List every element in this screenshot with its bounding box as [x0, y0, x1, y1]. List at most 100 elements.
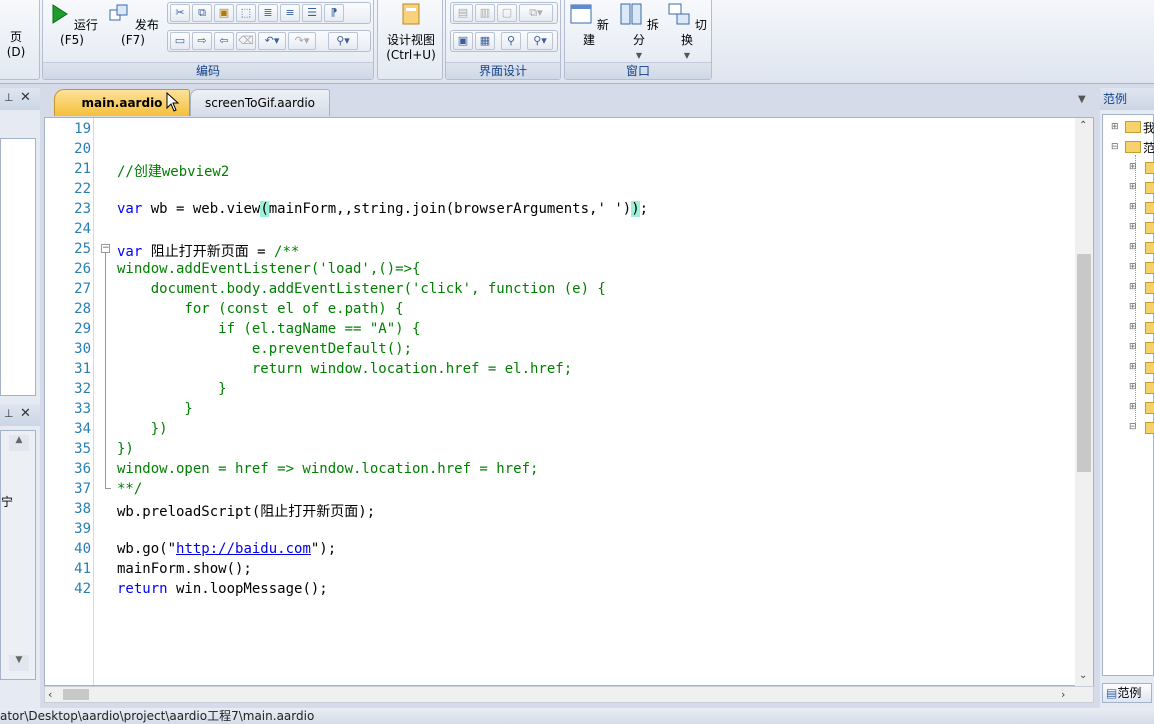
right-panel-header: 范例	[1100, 88, 1154, 110]
code-line-21: //创建webview2	[117, 164, 230, 180]
find-icon[interactable]: ⚲▾	[328, 32, 358, 50]
bookmark-next-icon[interactable]: ⇨	[192, 32, 212, 50]
scroll-up-icon[interactable]: ▲	[9, 435, 29, 451]
folder-icon	[1125, 141, 1141, 153]
tab-examples-bottom[interactable]: ▤范例	[1102, 683, 1152, 703]
new-window-button[interactable]: 新建	[569, 0, 609, 48]
ribbon-group-window: 新建 拆分 ▼ 切换 ▼ 窗口	[564, 0, 712, 80]
scroll-down-icon[interactable]: ▼	[9, 655, 29, 671]
grid-icon[interactable]: ▦	[475, 32, 495, 50]
tree-expand-icon[interactable]: ⊞	[1129, 222, 1137, 232]
tree-expand-icon[interactable]: ⊞	[1129, 302, 1137, 312]
tree-expand-icon[interactable]: ⊞	[1129, 382, 1137, 392]
comment-icon[interactable]: ⁋	[324, 4, 344, 22]
ribbon-group-coding: 运行(F5) 发布(F7) ✂ ⧉ ▣ ⬚ ≣ ≡ ☰ ⁋ ▭ ⇨ ⇦ ⌫ ↶▾…	[42, 0, 374, 80]
line-number: 36	[74, 461, 91, 477]
line-number: 28	[74, 301, 91, 317]
tree-expand-icon[interactable]: ⊞	[1129, 262, 1137, 272]
arrange-icon[interactable]: ⧉▾	[519, 4, 553, 22]
run-button[interactable]: 运行(F5)	[46, 0, 98, 48]
frame-icon[interactable]: ▣	[453, 32, 473, 50]
align-center-icon[interactable]: ▥	[475, 4, 495, 22]
folder-icon	[1125, 121, 1141, 133]
bookmark-prev-icon[interactable]: ⇦	[214, 32, 234, 50]
pin-dropdown-icon[interactable]: ⚲▾	[527, 32, 553, 50]
folder-icon	[1145, 222, 1154, 234]
scroll-right-icon[interactable]: ›	[1061, 688, 1065, 701]
tree-expand-icon[interactable]: ⊞	[1129, 182, 1137, 192]
matched-bracket: (	[260, 201, 269, 217]
tab-list-dropdown-icon[interactable]: ▼	[1078, 94, 1086, 105]
url-link[interactable]: http://baidu.com	[176, 541, 311, 557]
pin-icon[interactable]: ⊥	[4, 91, 14, 104]
code-line-34: })	[117, 421, 168, 437]
examples-tab-icon: ▤	[1106, 686, 1118, 700]
same-size-icon[interactable]: ▢	[497, 4, 517, 22]
horizontal-scrollbar[interactable]: ‹ ›	[44, 686, 1094, 703]
close-icon[interactable]: ✕	[20, 90, 31, 105]
tree-collapse-icon[interactable]: ⊟	[1129, 422, 1137, 432]
tree-expand-icon[interactable]: ⊞	[1129, 342, 1137, 352]
design-view-shortcut: (Ctrl+U)	[386, 48, 436, 62]
tree-expand-icon[interactable]: ⊞	[1129, 282, 1137, 292]
tree-expand-icon[interactable]: ⊞	[1129, 242, 1137, 252]
scroll-up-icon[interactable]: ⌃	[1079, 120, 1087, 131]
line-number: 35	[74, 441, 91, 457]
undo-icon[interactable]: ↶▾	[258, 32, 286, 50]
code-line-40: wb.go("http://baidu.com");	[117, 541, 336, 557]
clear-bookmark-icon[interactable]: ⌫	[236, 32, 256, 50]
pin-icon[interactable]: ⚲	[501, 32, 521, 50]
code-line-41: mainForm.show();	[117, 561, 252, 577]
left-panel-content	[0, 138, 36, 396]
tree-expand-icon[interactable]: ⊞	[1129, 402, 1137, 412]
publish-button[interactable]: 发布(F7)	[103, 0, 163, 48]
tab-screentogif-aardio[interactable]: screenToGif.aardio	[190, 89, 330, 116]
code-line-25: var 阻止打开新页面 = /**	[117, 241, 299, 261]
align-left-icon[interactable]: ▤	[453, 4, 473, 22]
redo-icon[interactable]: ↷▾	[288, 32, 316, 50]
split-button[interactable]: 拆分 ▼	[619, 0, 659, 63]
line-number: 19	[74, 121, 91, 137]
folder-icon	[1145, 262, 1154, 274]
indent-icon[interactable]: ≡	[280, 4, 300, 22]
select-all-icon[interactable]: ⬚	[236, 4, 256, 22]
horizontal-scroll-thumb[interactable]	[63, 689, 89, 700]
line-number: 41	[74, 561, 91, 577]
code-line-32: }	[117, 381, 227, 397]
page-button[interactable]: 页(D)	[1, 30, 31, 60]
vertical-scroll-thumb[interactable]	[1077, 254, 1091, 472]
line-number: 26	[74, 261, 91, 277]
examples-tree[interactable]: ⊞ 我 ⊟ 范 ⊞ ⊞ ⊞ ⊞ ⊞ ⊞ ⊞ ⊞ ⊞ ⊞ ⊞ ⊞ ⊞ ⊟	[1102, 114, 1154, 676]
line-number: 42	[74, 581, 91, 597]
tree-expand-icon[interactable]: ⊞	[1129, 202, 1137, 212]
coding-group-label: 编码	[43, 62, 373, 79]
close-icon[interactable]: ✕	[20, 406, 31, 421]
format-icon[interactable]: ☰	[302, 4, 322, 22]
left-panel-header: ⊥ ✕	[0, 88, 40, 110]
tree-expand-icon[interactable]: ⊞	[1129, 362, 1137, 372]
vertical-scrollbar[interactable]: ⌃ ⌄	[1075, 118, 1093, 687]
split-dropdown-icon: ▼	[635, 51, 643, 60]
edit-toolbar-row1: ✂ ⧉ ▣ ⬚ ≣ ≡ ☰ ⁋	[167, 2, 371, 24]
fold-toggle-icon[interactable]: −	[101, 244, 110, 253]
switch-button[interactable]: 切换 ▼	[667, 0, 707, 63]
tree-expand-icon[interactable]: ⊞	[1129, 162, 1137, 172]
tree-expand-icon[interactable]: ⊞	[1129, 322, 1137, 332]
rect-icon[interactable]: ▭	[170, 32, 190, 50]
line-number: 23	[74, 201, 91, 217]
code-editor[interactable]: 19 20 21 22 23 24 25 26 27 28 29 30 31 3…	[44, 117, 1094, 687]
design-view-button[interactable]: 设计视图 (Ctrl+U)	[381, 0, 441, 63]
tree-expand-icon[interactable]: ⊞	[1111, 122, 1119, 132]
ribbon: 页(D) 运行(F5) 发布(F7) ✂ ⧉ ▣ ⬚ ≣ ≡ ☰ ⁋ ▭ ⇨ ⇦…	[0, 0, 1154, 84]
cut-icon[interactable]: ✂	[170, 4, 190, 22]
pin-icon[interactable]: ⊥	[4, 407, 14, 420]
tree-collapse-icon[interactable]: ⊟	[1111, 142, 1119, 152]
code-line-35: })	[117, 441, 134, 457]
paste-icon[interactable]: ▣	[214, 4, 234, 22]
outdent-icon[interactable]: ≣	[258, 4, 278, 22]
scroll-down-icon[interactable]: ⌄	[1079, 670, 1087, 681]
copy-icon[interactable]: ⧉	[192, 4, 212, 22]
code-text: wb.go("	[117, 541, 177, 557]
scroll-left-icon[interactable]: ‹	[48, 688, 52, 701]
layout-toolbar-row2: ▣ ▦ ⚲ ⚲▾	[450, 30, 558, 52]
